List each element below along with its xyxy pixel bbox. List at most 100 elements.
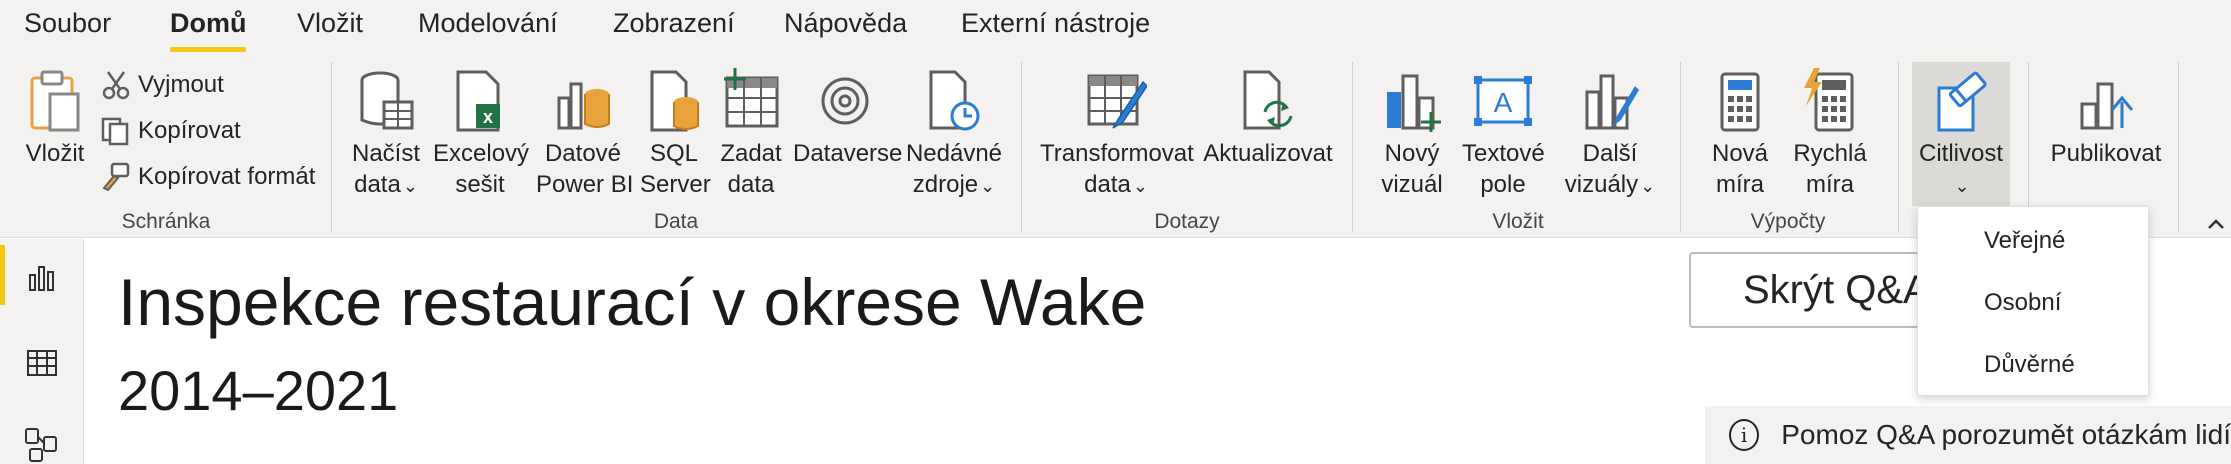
dataverse-label: Dataverse xyxy=(793,140,903,167)
recent-label-text: zdroje xyxy=(912,171,979,198)
transform-label-2: data ⌄ xyxy=(1040,169,1192,202)
sensitivity-label-icon xyxy=(1937,71,1987,132)
text-box-icon: A xyxy=(1474,76,1532,126)
excel-label-1: Excelový xyxy=(433,140,530,167)
refresh-button[interactable]: Aktualizovat xyxy=(1202,68,1334,169)
table-view-icon xyxy=(27,350,57,376)
new-visual-icon xyxy=(1387,74,1441,132)
sql-server-button[interactable]: SQL Server xyxy=(640,68,711,200)
more-visuals-label-1: Další xyxy=(1582,140,1638,167)
get-data-button[interactable]: Načíst data ⌄ xyxy=(350,68,422,202)
group-label-insert: Vložit xyxy=(1492,210,1544,233)
paste-icon xyxy=(30,70,80,132)
chevron-down-icon: ⌄ xyxy=(1640,176,1656,196)
excel-icon: x xyxy=(456,70,500,132)
refresh-label: Aktualizovat xyxy=(1203,140,1333,167)
paste-button[interactable]: Vložit xyxy=(22,68,88,169)
more-visuals-label-text: vizuály xyxy=(1564,171,1639,198)
info-icon: i xyxy=(1729,419,1760,451)
menu-view[interactable]: Zobrazení xyxy=(613,8,735,39)
group-separator xyxy=(1352,62,1353,232)
more-visuals-button[interactable]: Další vizuály ⌄ xyxy=(1556,68,1664,202)
menu-bar: Soubor Domů Vložit Modelování Zobrazení … xyxy=(0,0,2231,58)
enter-data-label-1: Zadat xyxy=(720,140,782,167)
pbi-label-1: Datové xyxy=(544,140,622,167)
calculator-icon xyxy=(1720,72,1760,132)
new-measure-label-1: Nová xyxy=(1711,140,1769,167)
sql-label-1: SQL xyxy=(649,140,699,167)
sensitivity-option-public[interactable]: Veřejné xyxy=(1984,227,2065,255)
chevron-down-icon: ⌄ xyxy=(402,176,418,196)
pbi-label-2: Power BI xyxy=(536,171,634,198)
table-view-button[interactable] xyxy=(0,330,84,396)
transform-data-button[interactable]: Transformovat data ⌄ xyxy=(1040,68,1194,202)
enter-data-button[interactable]: Zadat data xyxy=(716,68,786,200)
svg-text:A: A xyxy=(1494,87,1513,118)
menu-insert[interactable]: Vložit xyxy=(297,8,363,39)
recent-label-1: Nedávné xyxy=(905,140,1003,167)
group-separator xyxy=(1680,62,1681,232)
new-measure-label-2: míra xyxy=(1716,171,1764,198)
report-view-icon xyxy=(29,266,54,291)
menu-external-tools[interactable]: Externí nástroje xyxy=(961,8,1150,39)
table-plus-icon xyxy=(724,68,779,128)
report-view-button[interactable] xyxy=(0,245,84,311)
chevron-down-icon: ⌄ xyxy=(1132,176,1148,196)
transform-label-text: data xyxy=(1084,171,1131,198)
refresh-icon xyxy=(1243,70,1293,130)
quick-measure-label-1: Rychlá xyxy=(1793,140,1867,167)
database-table-icon xyxy=(360,71,414,130)
recent-sources-button[interactable]: Nedávné zdroje ⌄ xyxy=(905,68,1003,202)
publish-button[interactable]: Publikovat xyxy=(2046,68,2166,169)
sql-database-icon xyxy=(650,70,699,132)
chevron-up-icon[interactable] xyxy=(2207,210,2225,236)
excel-label-2: sešit xyxy=(455,171,505,198)
chevron-down-icon: ⌄ xyxy=(1912,169,2010,202)
quick-measure-button[interactable]: Rychlá míra xyxy=(1792,68,1868,200)
dataverse-icon xyxy=(821,77,869,125)
paste-label: Vložit xyxy=(25,140,85,167)
excel-workbook-button[interactable]: x Excelový sešit xyxy=(433,68,530,200)
sensitivity-dropdown: Veřejné Osobní Důvěrné xyxy=(1917,206,2149,396)
model-view-button[interactable] xyxy=(0,412,84,464)
format-painter-button[interactable]: Kopírovat formát xyxy=(100,162,315,192)
copy-button[interactable]: Kopírovat xyxy=(100,116,241,146)
menu-help[interactable]: Nápověda xyxy=(784,8,907,39)
transform-label-1: Transformovat xyxy=(1040,140,1194,167)
sensitivity-chevron-glyph: ⌄ xyxy=(1954,176,1970,196)
text-box-button[interactable]: A Textové pole xyxy=(1462,68,1545,200)
menu-modeling[interactable]: Modelování xyxy=(418,8,558,39)
hide-qa-button[interactable]: Skrýt Q&A xyxy=(1689,252,1949,328)
menu-file[interactable]: Soubor xyxy=(24,8,111,39)
quick-measure-label-2: míra xyxy=(1806,171,1854,198)
model-view-icon xyxy=(25,428,57,462)
sensitivity-option-personal[interactable]: Osobní xyxy=(1984,289,2061,317)
new-visual-label-1: Nový xyxy=(1384,140,1440,167)
dataverse-button[interactable]: Dataverse xyxy=(793,68,903,169)
get-data-label-2: data ⌄ xyxy=(350,169,422,202)
power-bi-datasets-button[interactable]: Datové Power BI xyxy=(536,68,634,200)
more-visuals-label-2: vizuály ⌄ xyxy=(1556,169,1664,202)
copy-icon xyxy=(101,117,129,146)
collapse-ribbon-glyph xyxy=(2208,219,2224,229)
group-label-data: Data xyxy=(653,210,699,233)
group-separator xyxy=(1898,62,1899,232)
sensitivity-label: Citlivost xyxy=(1918,140,2003,167)
cut-button[interactable]: Vyjmout xyxy=(102,70,224,100)
report-title: Inspekce restaurací v okrese Wake xyxy=(118,265,1147,339)
format-painter-label: Kopírovat formát xyxy=(138,163,316,190)
sensitivity-option-confidential[interactable]: Důvěrné xyxy=(1984,351,2075,379)
sql-label-2: Server xyxy=(640,171,711,198)
publish-label: Publikovat xyxy=(2050,140,2162,167)
more-visuals-icon xyxy=(1585,74,1639,130)
group-label-calculations: Výpočty xyxy=(1750,210,1826,233)
new-visual-button[interactable]: Nový vizuál xyxy=(1372,68,1452,200)
menu-home[interactable]: Domů xyxy=(170,8,247,39)
paintbrush-icon xyxy=(102,162,130,192)
text-box-label-2: pole xyxy=(1480,171,1526,198)
sensitivity-button[interactable]: Citlivost ⌄ xyxy=(1912,68,2010,202)
quick-measure-icon xyxy=(1804,68,1854,132)
publish-icon xyxy=(2080,82,2134,130)
new-measure-button[interactable]: Nová míra xyxy=(1702,68,1778,200)
qa-help-banner[interactable]: i Pomoz Q&A porozumět otázkám lidí xyxy=(1705,406,2231,464)
